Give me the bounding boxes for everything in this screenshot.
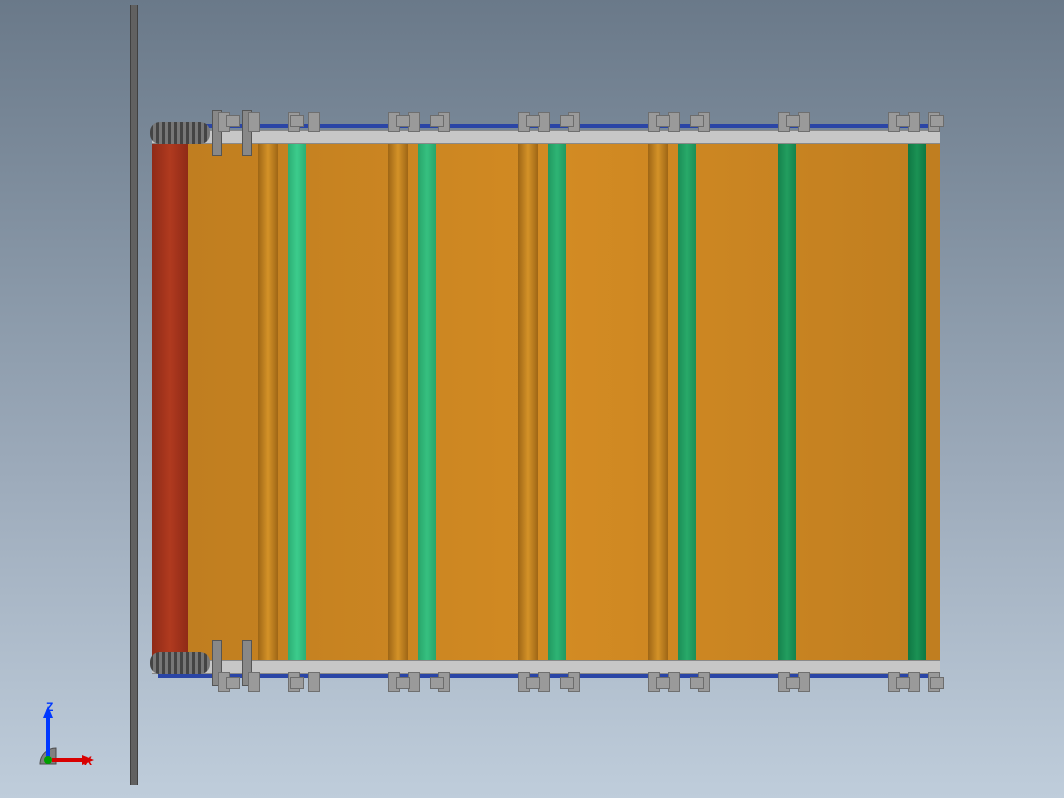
orange-roller-1 [258,142,278,660]
bolt-head [526,677,540,689]
orange-roller-3 [518,142,538,660]
green-roller-5 [778,142,796,660]
frame-pin [308,672,320,692]
green-roller-6 [908,142,926,660]
bolt-head [690,115,704,127]
green-roller-4 [678,142,696,660]
bolt-head [896,115,910,127]
bottom-left-spring [150,652,210,674]
frame-pin [248,112,260,132]
bolt-head [290,677,304,689]
cad-viewport[interactable]: Z X [0,0,1064,798]
orange-roller-2 [388,142,408,660]
bolt-head [560,677,574,689]
bolt-head [526,115,540,127]
bolt-head [656,677,670,689]
frame-pin [248,672,260,692]
bolt-head [930,677,944,689]
bolt-head [786,677,800,689]
left-vertical-rail [130,5,138,785]
axis-triad: Z X [18,702,96,780]
cad-model[interactable] [130,5,940,785]
green-roller-1 [288,142,306,660]
green-roller-3 [548,142,566,660]
bolt-head [690,677,704,689]
bolt-head [930,115,944,127]
top-frame-bar [152,130,940,144]
bolt-head [430,677,444,689]
bolt-head [226,677,240,689]
bolt-head [656,115,670,127]
top-left-spring [150,122,210,144]
bolt-head [560,115,574,127]
bolt-head [896,677,910,689]
bolt-head [430,115,444,127]
orange-roller-4 [648,142,668,660]
red-end-plate [152,142,188,660]
bolt-head [396,677,410,689]
bolt-head [786,115,800,127]
axis-label-x: X [84,754,92,768]
green-roller-2 [418,142,436,660]
bolt-head [396,115,410,127]
bolt-head [290,115,304,127]
frame-pin [308,112,320,132]
axis-label-z: Z [46,700,53,714]
bolt-head [226,115,240,127]
